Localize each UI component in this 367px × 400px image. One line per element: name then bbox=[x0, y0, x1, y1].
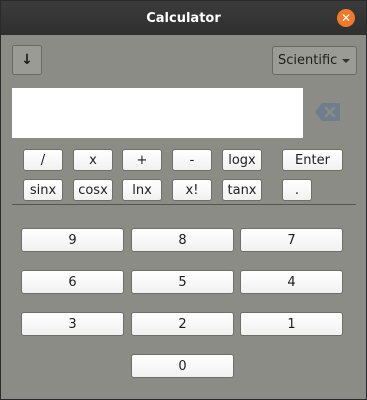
op-multiply-button[interactable]: x bbox=[73, 149, 113, 171]
digit-0-button[interactable]: 0 bbox=[131, 354, 234, 378]
op-plus-button[interactable]: + bbox=[122, 149, 162, 171]
close-button[interactable]: ✕ bbox=[337, 9, 355, 27]
history-toggle-button[interactable]: ↓ bbox=[12, 45, 42, 75]
op-logx-button[interactable]: logx bbox=[222, 149, 262, 171]
calculator-window: Calculator ✕ ↓ Scientific / x + - logx E… bbox=[0, 0, 367, 400]
op-lnx-button[interactable]: lnx bbox=[122, 179, 162, 201]
title-bar: Calculator ✕ bbox=[1, 1, 366, 35]
digit-4-button[interactable]: 4 bbox=[240, 270, 343, 294]
decimal-button[interactable]: . bbox=[282, 179, 312, 201]
digit-8-button[interactable]: 8 bbox=[131, 228, 234, 252]
digit-9-button[interactable]: 9 bbox=[21, 228, 124, 252]
backspace-icon[interactable] bbox=[314, 102, 341, 122]
digit-3-button[interactable]: 3 bbox=[21, 312, 124, 336]
display-input[interactable] bbox=[12, 88, 303, 138]
divider bbox=[12, 204, 356, 205]
op-divide-button[interactable]: / bbox=[23, 149, 63, 171]
enter-button[interactable]: Enter bbox=[282, 149, 343, 171]
digit-6-button[interactable]: 6 bbox=[21, 270, 124, 294]
op-sinx-button[interactable]: sinx bbox=[23, 179, 63, 201]
chevron-down-icon bbox=[342, 59, 350, 63]
digit-2-button[interactable]: 2 bbox=[131, 312, 234, 336]
op-tanx-button[interactable]: tanx bbox=[222, 179, 262, 201]
op-factorial-button[interactable]: x! bbox=[172, 179, 212, 201]
window-title: Calculator bbox=[146, 10, 221, 26]
op-minus-button[interactable]: - bbox=[172, 149, 212, 171]
digit-7-button[interactable]: 7 bbox=[240, 228, 343, 252]
close-icon: ✕ bbox=[340, 11, 352, 25]
digit-1-button[interactable]: 1 bbox=[240, 312, 343, 336]
mode-select[interactable]: Scientific bbox=[272, 46, 357, 75]
digit-5-button[interactable]: 5 bbox=[131, 270, 234, 294]
op-cosx-button[interactable]: cosx bbox=[73, 179, 113, 201]
mode-select-value: Scientific bbox=[278, 53, 338, 68]
